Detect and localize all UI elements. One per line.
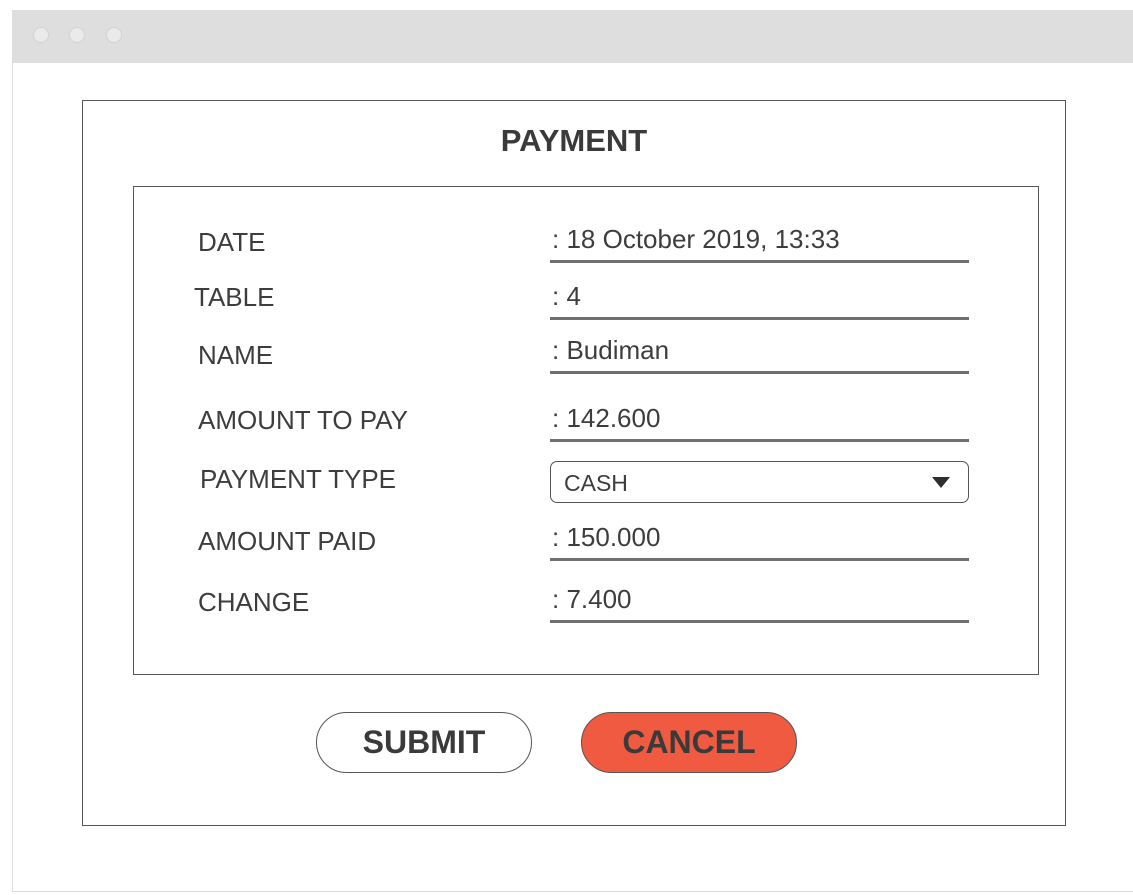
- change-label: CHANGE: [198, 587, 310, 617]
- payment-form: DATE : 18 October 2019, 13:33 TABLE : 4 …: [133, 186, 1039, 675]
- table-field: : 4: [550, 281, 969, 320]
- window-minimize-dot-icon[interactable]: [69, 27, 85, 43]
- amount-paid-value: : 150.000: [552, 522, 661, 552]
- payment-type-select[interactable]: CASH: [550, 461, 969, 503]
- payment-type-label: PAYMENT TYPE: [200, 464, 397, 494]
- amount-to-pay-field: : 142.600: [550, 403, 969, 442]
- amount-to-pay-label: AMOUNT TO PAY: [198, 405, 408, 435]
- date-label: DATE: [198, 227, 266, 257]
- submit-button[interactable]: SUBMIT: [316, 712, 532, 773]
- amount-paid-label: AMOUNT PAID: [198, 526, 377, 556]
- window-close-dot-icon[interactable]: [33, 27, 49, 43]
- amount-paid-field[interactable]: : 150.000: [550, 522, 969, 561]
- change-value: : 7.400: [552, 584, 632, 614]
- dropdown-arrow-icon[interactable]: [932, 477, 950, 488]
- name-label: NAME: [198, 340, 274, 370]
- name-value: : Budiman: [552, 335, 670, 365]
- cancel-button[interactable]: CANCEL: [581, 712, 797, 773]
- window-maximize-dot-icon[interactable]: [106, 27, 122, 43]
- dialog-title: PAYMENT: [500, 123, 648, 158]
- table-value: : 4: [552, 281, 581, 311]
- table-label: TABLE: [194, 282, 275, 312]
- amount-to-pay-value: : 142.600: [552, 403, 661, 433]
- payment-type-selected-value: CASH: [564, 470, 628, 496]
- change-field: : 7.400: [550, 584, 969, 623]
- date-field: : 18 October 2019, 13:33: [550, 224, 969, 263]
- name-field: : Budiman: [550, 335, 969, 374]
- payment-dialog: PAYMENT DATE : 18 October 2019, 13:33 TA…: [82, 100, 1066, 826]
- date-value: : 18 October 2019, 13:33: [552, 224, 840, 254]
- window-titlebar: [13, 10, 1133, 63]
